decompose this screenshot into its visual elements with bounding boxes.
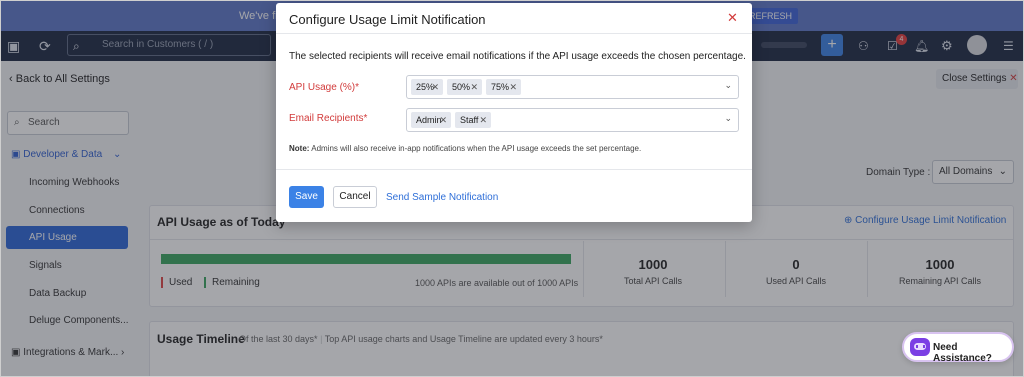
api-usage-label: API Usage (%)* <box>289 82 360 93</box>
chip-50[interactable]: 50% ✕ <box>447 79 482 95</box>
chip-admin[interactable]: Admin ✕ <box>411 112 451 128</box>
chip-remove-icon[interactable]: ✕ <box>470 79 478 95</box>
save-button[interactable]: Save <box>289 186 324 208</box>
chip-remove-icon[interactable]: ✕ <box>479 112 487 128</box>
need-assistance-label: Need Assistance? <box>933 342 992 364</box>
modal-description: The selected recipients will receive ema… <box>289 51 746 62</box>
app-window: We've fi REFRESH ▣ ⟳ Search in Customers… <box>0 0 1024 377</box>
chip-staff[interactable]: Staff ✕ <box>455 112 491 128</box>
modal-note: Note: Admins will also receive in-app no… <box>289 144 641 153</box>
modal-header: Configure Usage Limit Notification ✕ <box>276 3 752 34</box>
cancel-button[interactable]: Cancel <box>333 186 377 208</box>
note-prefix: Note: <box>289 144 310 153</box>
modal-title: Configure Usage Limit Notification <box>289 12 486 27</box>
chip-remove-icon[interactable]: ✕ <box>431 79 439 95</box>
chevron-down-icon[interactable]: ⌄ <box>724 80 732 91</box>
chevron-down-icon[interactable]: ⌄ <box>724 113 732 124</box>
chip-label: 50% <box>452 82 471 92</box>
note-text: Admins will also receive in-app notifica… <box>311 144 642 153</box>
email-recipients-label: Email Recipients* <box>289 113 368 124</box>
chip-75[interactable]: 75% ✕ <box>486 79 521 95</box>
chip-remove-icon[interactable]: ✕ <box>509 79 517 95</box>
need-assistance-button[interactable]: Need Assistance? <box>902 332 1014 364</box>
chip-25[interactable]: 25% ✕ <box>411 79 443 95</box>
chip-label: Admin <box>416 115 442 125</box>
close-icon[interactable]: ✕ <box>727 11 738 24</box>
email-recipients-multiselect[interactable]: Admin ✕ Staff ✕ ⌄ <box>406 108 739 132</box>
assistant-bot-icon <box>910 338 930 356</box>
chip-remove-icon[interactable]: ✕ <box>439 112 447 128</box>
chip-label: Staff <box>460 115 479 125</box>
modal-divider <box>276 169 752 170</box>
api-usage-multiselect[interactable]: 25% ✕ 50% ✕ 75% ✕ ⌄ <box>406 75 739 99</box>
chip-label: 75% <box>491 82 510 92</box>
configure-notification-modal: Configure Usage Limit Notification ✕ The… <box>276 3 752 222</box>
send-sample-notification-link[interactable]: Send Sample Notification <box>386 192 498 203</box>
